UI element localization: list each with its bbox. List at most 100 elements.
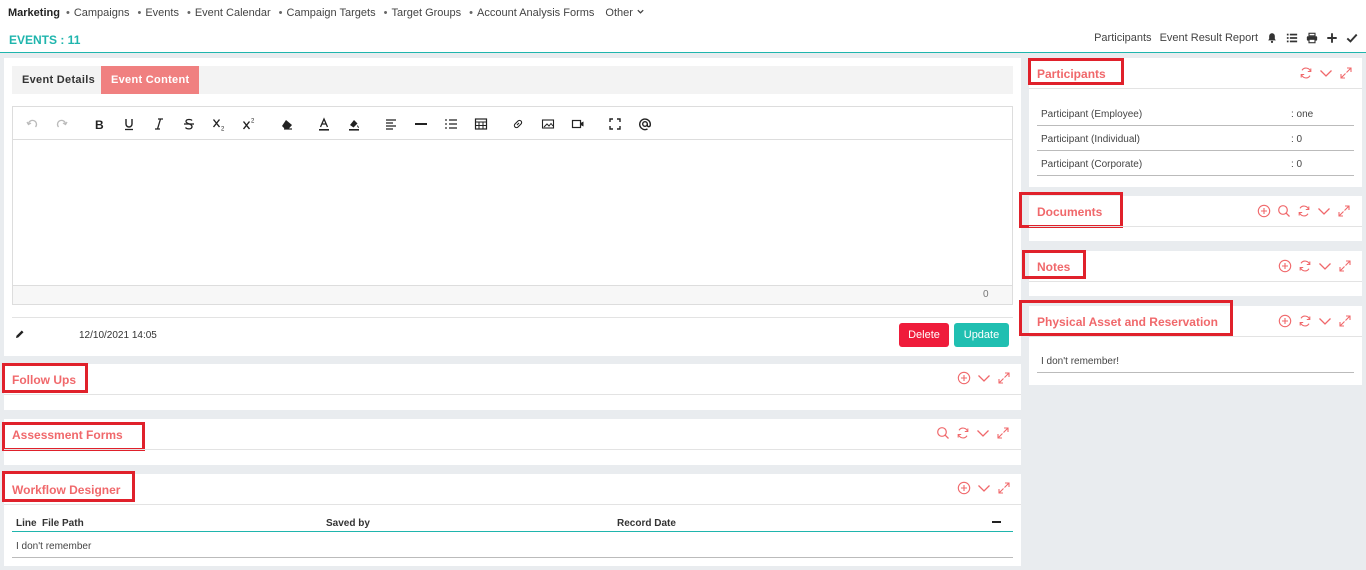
table-icon[interactable] — [474, 117, 488, 131]
eraser-icon[interactable] — [280, 117, 294, 131]
column-header-saved-by[interactable]: Saved by — [326, 518, 370, 529]
highlight-icon[interactable] — [347, 117, 361, 131]
participant-row-individual: Participant (Individual) : 0 — [1037, 126, 1354, 151]
workflow-designer-highlight — [2, 471, 135, 502]
redo-icon[interactable] — [55, 117, 69, 131]
refresh-icon[interactable] — [956, 426, 970, 440]
participants-link[interactable]: Participants — [1094, 32, 1151, 44]
search-icon[interactable] — [936, 426, 950, 440]
font-color-icon[interactable] — [317, 117, 331, 131]
add-circle-icon[interactable] — [1257, 204, 1271, 218]
list-icon[interactable] — [1286, 32, 1298, 44]
tab-event-content[interactable]: Event Content — [101, 66, 200, 94]
workflow-empty-row: I don't remember — [16, 541, 92, 552]
top-navigation: Marketing Campaigns Events Event Calenda… — [0, 0, 1366, 25]
column-header-file-path[interactable]: File Path — [42, 518, 84, 529]
chevron-down-icon[interactable] — [1318, 314, 1332, 328]
chevron-down-icon[interactable] — [976, 426, 990, 440]
documents-divider — [1029, 226, 1362, 227]
nav-campaign-targets[interactable]: Campaign Targets — [279, 7, 376, 19]
add-circle-icon[interactable] — [957, 481, 971, 495]
minus-icon[interactable] — [991, 517, 1002, 527]
refresh-icon[interactable] — [1298, 259, 1312, 273]
participant-label: Participant (Employee) — [1041, 109, 1143, 120]
video-icon[interactable] — [571, 117, 585, 131]
participants-actions — [1299, 66, 1353, 80]
chevron-down-icon[interactable] — [977, 371, 991, 385]
expand-icon[interactable] — [997, 481, 1011, 495]
search-icon[interactable] — [1277, 204, 1291, 218]
table-header-underline — [12, 531, 1013, 532]
participant-label: Participant (Corporate) — [1041, 159, 1143, 170]
bell-icon[interactable] — [1266, 32, 1278, 44]
expand-icon[interactable] — [1338, 259, 1352, 273]
nav-account-analysis-forms[interactable]: Account Analysis Forms — [469, 7, 594, 19]
tab-event-details[interactable]: Event Details — [12, 66, 105, 94]
undo-icon[interactable] — [25, 117, 39, 131]
link-icon[interactable] — [511, 117, 525, 131]
subscript-icon[interactable]: 2 — [212, 117, 226, 131]
refresh-icon[interactable] — [1298, 314, 1312, 328]
refresh-icon[interactable] — [1299, 66, 1313, 80]
nav-brand[interactable]: Marketing — [8, 7, 60, 19]
participant-value: : 0 — [1291, 134, 1303, 145]
expand-icon[interactable] — [1339, 66, 1353, 80]
image-icon[interactable] — [541, 117, 555, 131]
align-icon[interactable] — [384, 117, 398, 131]
follow-ups-highlight — [2, 363, 88, 393]
mention-icon[interactable] — [638, 117, 652, 131]
add-circle-icon[interactable] — [1278, 259, 1292, 273]
nav-other-menu[interactable]: Other — [605, 7, 645, 19]
underline-icon[interactable] — [122, 117, 136, 131]
physical-asset-text: I don't remember! — [1041, 356, 1120, 367]
fullscreen-icon[interactable] — [608, 117, 622, 131]
editor-toolbar: B 2 2 — [13, 107, 1012, 140]
workflow-designer-divider — [4, 504, 1021, 505]
page-title: EVENTS : 11 — [9, 33, 81, 47]
plus-icon[interactable] — [1326, 32, 1338, 44]
add-circle-icon[interactable] — [957, 371, 971, 385]
physical-asset-highlight — [1019, 300, 1233, 336]
svg-text:B: B — [95, 118, 104, 131]
superscript-icon[interactable]: 2 — [242, 117, 256, 131]
expand-icon[interactable] — [1337, 204, 1351, 218]
chevron-down-icon[interactable] — [977, 481, 991, 495]
expand-icon[interactable] — [1338, 314, 1352, 328]
refresh-icon[interactable] — [1297, 204, 1311, 218]
physical-asset-divider — [1029, 336, 1362, 337]
expand-icon[interactable] — [997, 371, 1011, 385]
documents-actions — [1257, 204, 1351, 218]
italic-icon[interactable] — [152, 117, 166, 131]
svg-text:2: 2 — [221, 127, 225, 132]
check-icon[interactable] — [1346, 32, 1358, 44]
assessment-forms-highlight — [2, 422, 145, 451]
workflow-designer-actions — [957, 481, 1011, 495]
nav-event-calendar[interactable]: Event Calendar — [187, 7, 271, 19]
notes-actions — [1278, 259, 1352, 273]
delete-button[interactable]: Delete — [899, 323, 949, 347]
svg-text:2: 2 — [251, 119, 255, 125]
update-button[interactable]: Update — [954, 323, 1009, 347]
nav-campaigns[interactable]: Campaigns — [66, 7, 130, 19]
character-count: 0 — [983, 289, 989, 300]
expand-icon[interactable] — [996, 426, 1010, 440]
ordered-list-icon[interactable] — [444, 117, 458, 131]
horizontal-line-icon[interactable] — [414, 117, 428, 131]
participant-value: : one — [1291, 109, 1314, 120]
participant-value: : 0 — [1291, 159, 1303, 170]
chevron-down-icon[interactable] — [1318, 259, 1332, 273]
pencil-icon[interactable] — [15, 329, 25, 339]
nav-target-groups[interactable]: Target Groups — [384, 7, 461, 19]
strikethrough-icon[interactable] — [182, 117, 196, 131]
chevron-down-icon[interactable] — [1317, 204, 1331, 218]
assessment-forms-divider — [4, 449, 1021, 450]
column-header-line[interactable]: Line — [16, 518, 37, 529]
nav-events[interactable]: Events — [137, 7, 179, 19]
print-icon[interactable] — [1306, 32, 1318, 44]
bold-icon[interactable]: B — [92, 117, 106, 131]
chevron-down-icon[interactable] — [1319, 66, 1333, 80]
column-header-record-date[interactable]: Record Date — [617, 518, 676, 529]
participant-row-corporate: Participant (Corporate) : 0 — [1037, 151, 1354, 176]
add-circle-icon[interactable] — [1278, 314, 1292, 328]
event-result-report-link[interactable]: Event Result Report — [1160, 32, 1258, 44]
